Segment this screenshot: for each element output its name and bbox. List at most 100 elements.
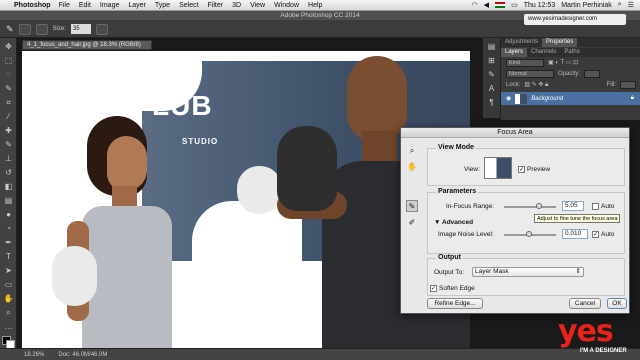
gradient-tool-icon[interactable]: ▤ [3,195,14,206]
pen-tool-icon[interactable]: ✒ [3,237,14,248]
wifi-icon[interactable]: ◠ [472,1,478,9]
history-brush-tool-icon[interactable]: ↺ [3,167,14,178]
menu-file[interactable]: File [59,2,70,9]
noise-level-knob[interactable] [526,231,532,237]
tab-properties[interactable]: Properties [542,38,578,47]
opacity-field[interactable] [584,69,601,78]
move-tool-icon[interactable]: ✥ [3,41,14,52]
menu-select[interactable]: Select [179,2,198,9]
tab-adjustments[interactable]: Adjustments [501,38,542,47]
hand-tool-icon[interactable]: ✋ [3,293,14,304]
noise-level-field[interactable]: 0.010 [562,229,588,239]
user-name[interactable]: Martin Perhiniak [561,2,612,9]
tools-panel: ✥ ⬚ ◌ ✎ ⌗ ⁄ ✚ ✎ ⊥ ↺ ◧ ▤ ● ◔ ✒ T ➤ ▭ ✋ ⌕ … [0,38,17,360]
range-tooltip: Adjust to fine tune the focus area [534,214,620,223]
battery-icon[interactable]: ▭ [511,1,518,9]
fill-field[interactable] [620,80,636,89]
spotlight-icon[interactable]: ⌕ [618,1,622,9]
zoom-tool-icon[interactable]: ⌕ [3,307,14,318]
advanced-title: Advanced [442,219,474,226]
brush-preset-button[interactable] [18,23,31,35]
history-panel-icon[interactable]: ▤ [486,41,497,52]
in-focus-range-field[interactable]: 5.05 [562,201,584,211]
focus-area-dialog: Focus Area ⌕ ✋ ✎ ✐ View Mode View: ✓ Pre… [400,127,630,314]
character-panel-icon[interactable]: A [486,83,497,94]
zoom-tool-icon[interactable]: ⌕ [406,144,418,156]
path-select-tool-icon[interactable]: ➤ [3,265,14,276]
flag-icon[interactable] [495,2,506,8]
volume-icon[interactable]: ◀ [484,1,489,9]
crop-tool-icon[interactable]: ⌗ [3,97,14,108]
eyedropper-tool-icon[interactable]: ⁄ [3,111,14,122]
in-focus-range-slider[interactable] [504,206,556,208]
size-dropdown-button[interactable] [95,23,108,35]
workspace-switcher[interactable]: www.yesimadesigner.com [524,14,626,25]
panel-top-tabs: Adjustments Properties [501,38,640,47]
filter-icons[interactable]: ▣ ◐ T ▭ ⊡ [548,59,578,66]
menu-help[interactable]: Help [308,2,322,9]
size-field[interactable]: 35 [70,24,91,34]
stamp-tool-icon[interactable]: ⊥ [3,153,14,164]
brush-panel-icon[interactable]: ✎ [486,69,497,80]
lasso-tool-icon[interactable]: ◌ [3,69,14,80]
eraser-tool-icon[interactable]: ◧ [3,181,14,192]
document-tab[interactable]: 4_1_focus_and_hair.jpg @ 18.3% (RGB/8) [22,40,152,50]
clock[interactable]: Thu 12:53 [524,2,556,9]
ok-button[interactable]: OK [607,298,627,309]
subtract-focus-brush-icon[interactable]: ✐ [406,216,418,228]
view-thumbnail[interactable] [484,157,512,179]
blend-mode-dropdown[interactable]: Normal [506,69,554,78]
cancel-button[interactable]: Cancel [569,298,601,309]
kind-filter-dropdown[interactable]: Kind [506,58,544,67]
zoom-level[interactable]: 18.26% [24,352,44,358]
menu-filter[interactable]: Filter [208,2,224,9]
output-to-select[interactable]: Layer Mask ⇕ [472,267,584,277]
refine-edge-button[interactable]: Refine Edge... [427,298,483,309]
app-menu[interactable]: Photoshop [14,2,51,9]
watermark-tagline: I'M A DESIGNER [580,348,627,354]
dialog-tools: ⌕ ✋ ✎ ✐ [406,144,420,244]
menu-layer[interactable]: Layer [128,2,146,9]
type-tool-icon[interactable]: T [3,251,14,262]
more-tools-icon[interactable]: … [3,321,14,332]
quick-select-tool-icon[interactable]: ✎ [3,83,14,94]
menu-extras: ◠ ◀ ▭ Thu 12:53 Martin Perhiniak ⌕ ☰ [472,1,640,9]
doc-size[interactable]: Doc: 46.0M/46.0M [58,352,107,358]
visibility-eye-icon[interactable]: ◉ [506,95,511,102]
add-mode-button[interactable] [35,23,48,35]
options-bar: Adobe Photoshop CC 2014 ✎ Size: 35 www.y… [0,11,640,38]
in-focus-range-knob[interactable] [536,203,542,209]
marquee-tool-icon[interactable]: ⬚ [3,55,14,66]
output-to-label: Output To: [434,269,464,276]
tab-layers[interactable]: Layers [501,48,528,57]
tab-channels[interactable]: Channels [527,48,560,57]
shape-tool-icon[interactable]: ▭ [3,279,14,290]
menu-3d[interactable]: 3D [232,2,241,9]
paragraph-panel-icon[interactable]: ¶ [486,97,497,108]
blur-tool-icon[interactable]: ● [3,209,14,220]
lock-icons[interactable]: ▧ ✎ ✥ 🔒︎ [524,81,548,89]
menu-edit[interactable]: Edit [79,2,91,9]
brush-tool-icon[interactable]: ✎ [3,139,14,150]
dialog-title[interactable]: Focus Area [401,128,629,138]
range-auto-checkbox[interactable] [592,203,599,210]
advanced-toggle[interactable]: ▼ Advanced [434,219,473,226]
view-label: View: [464,166,480,173]
menu-view[interactable]: View [250,2,265,9]
layer-row-background[interactable]: ◉ Background 🔒︎ [501,92,640,105]
hand-tool-icon[interactable]: ✋ [406,160,418,172]
lock-label: Lock: [506,81,521,88]
brush-tool-icon[interactable]: ✎ [6,24,14,35]
add-focus-brush-icon[interactable]: ✎ [406,200,418,212]
menu-type[interactable]: Type [155,2,170,9]
healing-tool-icon[interactable]: ✚ [3,125,14,136]
preview-checkbox[interactable]: ✓ [518,166,525,173]
dodge-tool-icon[interactable]: ◔ [3,223,14,234]
tab-paths[interactable]: Paths [560,48,583,57]
list-icon[interactable]: ☰ [628,1,634,9]
menu-window[interactable]: Window [274,2,299,9]
properties-panel-icon[interactable]: ⊞ [486,55,497,66]
menu-image[interactable]: Image [100,2,119,9]
soften-edge-checkbox[interactable]: ✓ [430,285,437,292]
noise-auto-checkbox[interactable]: ✓ [592,231,599,238]
